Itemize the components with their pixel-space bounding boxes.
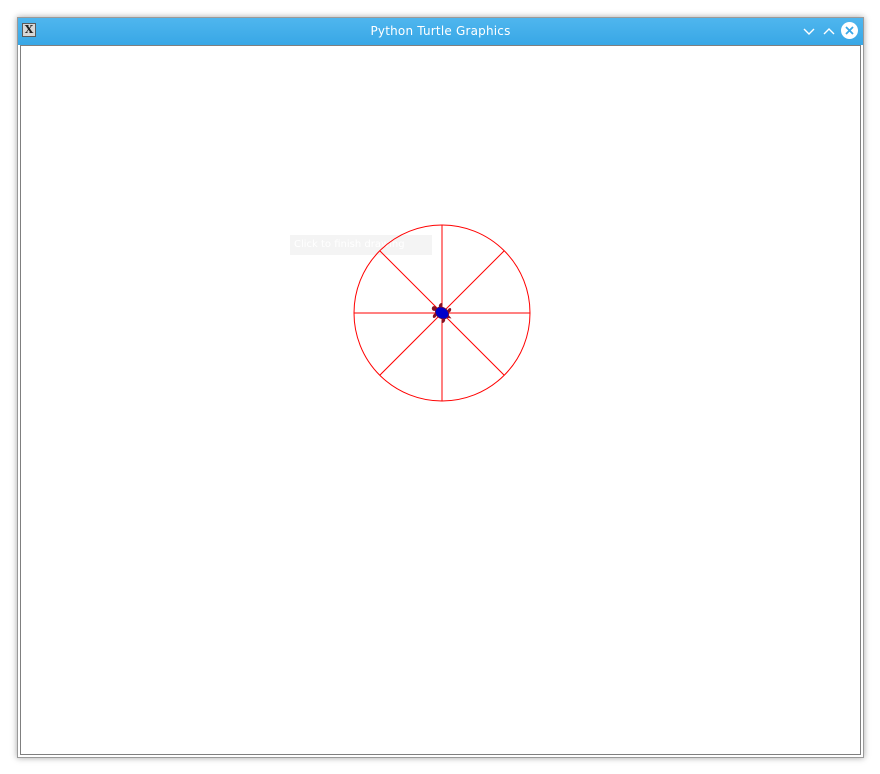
turtle-window: X Python Turtle Graphics Click to finish… (17, 17, 864, 758)
title-bar[interactable]: X Python Turtle Graphics (18, 18, 863, 45)
drawn-spoke (379, 250, 443, 314)
chevron-down-icon (803, 28, 815, 35)
close-circle-icon (845, 26, 854, 35)
chevron-up-icon (823, 28, 835, 35)
maximize-button[interactable] (820, 22, 838, 40)
drawn-spoke (441, 250, 505, 314)
minimize-button[interactable] (800, 22, 818, 40)
close-button[interactable] (841, 22, 858, 39)
drawn-spoke (379, 312, 443, 376)
turtle-drawing (353, 224, 531, 402)
window-title: Python Turtle Graphics (370, 24, 511, 38)
turtle-canvas[interactable]: Click to finish drawing (20, 45, 861, 755)
drawn-spoke (441, 312, 505, 376)
